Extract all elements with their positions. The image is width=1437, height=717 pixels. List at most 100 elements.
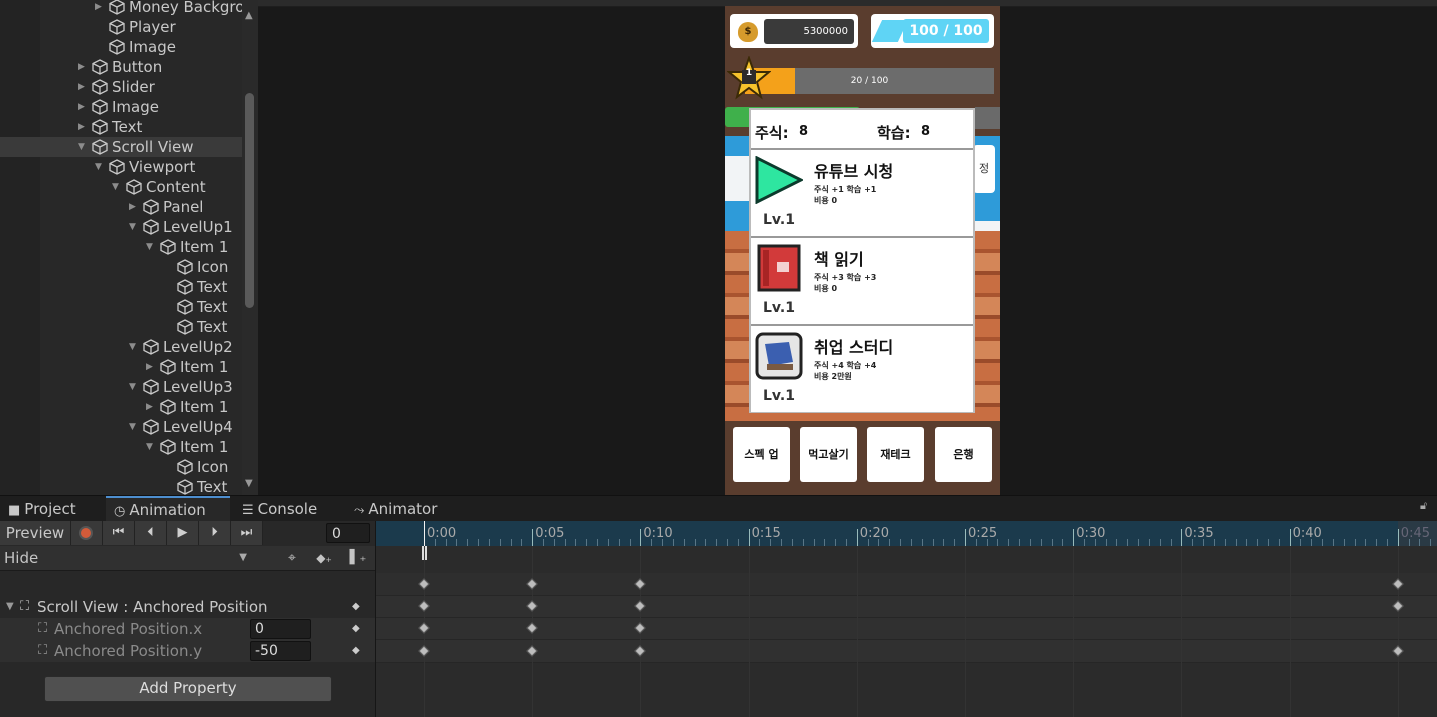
- expand-arrow-icon[interactable]: ▼: [112, 177, 124, 197]
- expand-arrow-icon[interactable]: ▼: [129, 217, 141, 237]
- add-keyframe-icon[interactable]: ◆₊: [312, 546, 336, 570]
- property-group-row[interactable]: ▼ ⛶ Scroll View : Anchored Position ◆: [0, 596, 375, 618]
- levelup-scroll-panel[interactable]: 주식: 8 학습: 8 유튜브 시청 주식 +1 학습 +1 비용 0 Lv.1…: [749, 108, 975, 413]
- hierarchy-item[interactable]: ▼ Viewport: [40, 157, 242, 177]
- hierarchy-item[interactable]: Player: [40, 17, 242, 37]
- clip-dropdown[interactable]: Hide ▼: [0, 546, 255, 570]
- hierarchy-item[interactable]: ▼ LevelUp4: [40, 417, 242, 437]
- hierarchy-item[interactable]: ▶ Money Backgro: [40, 0, 242, 17]
- collapse-arrow-icon[interactable]: ▶: [146, 397, 158, 417]
- levelup-item[interactable]: 취업 스터디 주식 +4 학습 +4 비용 2만원 Lv.1: [751, 324, 973, 412]
- hierarchy-item[interactable]: ▼ Scroll View: [0, 137, 242, 157]
- hierarchy-item[interactable]: ▶ Button: [40, 57, 242, 77]
- keyframe-diamond-icon[interactable]: ◆: [352, 640, 360, 662]
- console-icon: ☰: [242, 503, 254, 518]
- preview-button[interactable]: Preview: [0, 521, 71, 545]
- add-event-icon[interactable]: ▌₊: [346, 546, 370, 570]
- gameobject-icon: [92, 59, 108, 75]
- spec-up-button[interactable]: 스펙 업: [733, 427, 790, 482]
- hierarchy-item[interactable]: ▼ Item 1: [40, 237, 242, 257]
- living-button[interactable]: 먹고살기: [800, 427, 857, 482]
- hierarchy-item[interactable]: ▶ Image: [40, 97, 242, 117]
- tab-animation[interactable]: ◷ Animation: [106, 496, 230, 522]
- last-keyframe-button[interactable]: ⏭: [231, 521, 263, 545]
- hierarchy-scrollbar[interactable]: ▲ ▼: [242, 0, 258, 495]
- frame-field[interactable]: 0: [326, 523, 370, 543]
- hierarchy-item[interactable]: ▼ LevelUp1: [40, 217, 242, 237]
- hierarchy-item[interactable]: ▼ Content: [40, 177, 242, 197]
- hierarchy-item[interactable]: ▶ Text: [40, 117, 242, 137]
- record-button[interactable]: [71, 521, 103, 545]
- keyframe-diamond-icon[interactable]: ◆: [352, 618, 360, 640]
- finance-button[interactable]: 재테크: [867, 427, 924, 482]
- play-button[interactable]: ▶: [167, 521, 199, 545]
- timeline-gridline: [965, 546, 966, 717]
- first-keyframe-button[interactable]: ⏮: [103, 521, 135, 545]
- dopesheet[interactable]: 0:00 0:05 0:10 0:15 0:20 0:25 0:30 0:35 0:40 0:45: [376, 521, 1437, 717]
- hierarchy-item[interactable]: ▶ Panel: [40, 197, 242, 217]
- grey-tab[interactable]: [975, 107, 1000, 129]
- scroll-down-arrow-icon[interactable]: ▼: [245, 478, 253, 489]
- hierarchy-item[interactable]: ▼ Item 1: [40, 437, 242, 457]
- timeline-ruler[interactable]: 0:00 0:05 0:10 0:15 0:20 0:25 0:30 0:35 0:40 0:45: [376, 521, 1437, 546]
- scroll-up-arrow-icon[interactable]: ▲: [245, 10, 253, 21]
- hierarchy-item[interactable]: Icon: [40, 257, 242, 277]
- expand-arrow-icon[interactable]: ▼: [146, 437, 158, 457]
- timeline-major-tick: [1397, 529, 1399, 546]
- item-title: 취업 스터디: [814, 338, 894, 357]
- collapse-arrow-icon[interactable]: ▶: [78, 77, 90, 97]
- property-value-field[interactable]: 0: [250, 619, 311, 639]
- levelup-item[interactable]: 책 읽기 주식 +3 학습 +3 비용 0 Lv.1: [751, 236, 973, 324]
- lock-icon[interactable]: 🔓︎: [1420, 499, 1427, 513]
- item-cost: 비용 0: [814, 284, 838, 293]
- collapse-arrow-icon[interactable]: ▶: [146, 357, 158, 377]
- property-value-field[interactable]: -50: [250, 641, 311, 661]
- expand-arrow-icon[interactable]: ▼: [6, 596, 14, 618]
- property-row[interactable]: ⛶ Anchored Position.x 0 ◆: [0, 618, 375, 640]
- hierarchy-item[interactable]: ▶ Item 1: [40, 397, 242, 417]
- expand-arrow-icon[interactable]: ▼: [95, 157, 107, 177]
- timeline-minor-tick: [1408, 539, 1410, 546]
- hierarchy-item[interactable]: ▼ LevelUp2: [40, 337, 242, 357]
- hierarchy-item[interactable]: Image: [40, 37, 242, 57]
- hierarchy-item[interactable]: ▼ LevelUp3: [40, 377, 242, 397]
- tab-console[interactable]: ☰ Console: [234, 496, 344, 522]
- expand-arrow-icon[interactable]: ▼: [146, 237, 158, 257]
- add-property-button[interactable]: Add Property: [44, 676, 332, 702]
- tab-project[interactable]: ■ Project: [0, 496, 106, 522]
- hierarchy-item[interactable]: ▶ Item 1: [40, 357, 242, 377]
- hierarchy-item[interactable]: Text: [40, 277, 242, 297]
- timeline-minor-tick: [1343, 539, 1345, 546]
- keyframe-diamond-icon[interactable]: ◆: [352, 596, 360, 618]
- timeline-major-tick: [640, 529, 642, 546]
- prev-keyframe-button[interactable]: ⏴: [135, 521, 167, 545]
- hierarchy-item[interactable]: Text: [40, 317, 242, 337]
- expand-arrow-icon[interactable]: ▼: [129, 377, 141, 397]
- collapse-arrow-icon[interactable]: ▶: [95, 0, 107, 17]
- timeline-minor-tick: [1105, 539, 1107, 546]
- hierarchy-item[interactable]: Icon: [40, 457, 242, 477]
- scrollbar-thumb[interactable]: [245, 93, 254, 308]
- collapse-arrow-icon[interactable]: ▶: [78, 57, 90, 77]
- hierarchy-item[interactable]: ▶ Slider: [40, 77, 242, 97]
- filter-keyframes-icon[interactable]: ⌖: [280, 546, 304, 570]
- expand-arrow-icon[interactable]: ▼: [129, 417, 141, 437]
- next-keyframe-button[interactable]: ⏵: [199, 521, 231, 545]
- timeline-minor-tick: [1332, 539, 1334, 546]
- hierarchy-item-label: Icon: [197, 458, 229, 476]
- timeline-minor-tick: [824, 539, 826, 546]
- bank-button[interactable]: 은행: [935, 427, 992, 482]
- expand-arrow-icon[interactable]: ▼: [78, 137, 90, 157]
- hierarchy-item[interactable]: Text: [40, 477, 242, 495]
- tab-animator[interactable]: ⤳ Animator: [346, 496, 456, 522]
- hierarchy-item[interactable]: Text: [40, 297, 242, 317]
- property-row[interactable]: ⛶ Anchored Position.y -50 ◆: [0, 640, 375, 662]
- expand-arrow-icon[interactable]: ▼: [129, 337, 141, 357]
- gameobject-icon: [143, 219, 159, 235]
- collapse-arrow-icon[interactable]: ▶: [78, 97, 90, 117]
- levelup-item[interactable]: 유튜브 시청 주식 +1 학습 +1 비용 0 Lv.1: [751, 148, 973, 236]
- collapse-arrow-icon[interactable]: ▶: [78, 117, 90, 137]
- side-button[interactable]: 정: [973, 145, 995, 193]
- collapse-arrow-icon[interactable]: ▶: [129, 197, 141, 217]
- timeline-minor-tick: [651, 539, 653, 546]
